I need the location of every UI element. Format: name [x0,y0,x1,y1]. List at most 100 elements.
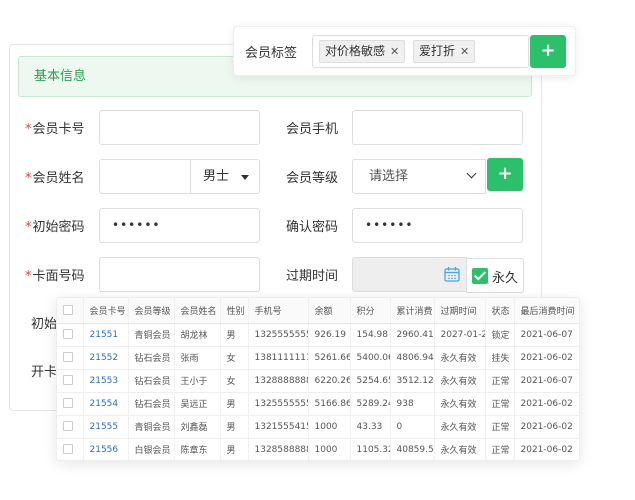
member-table-panel: 会员卡号 会员等级 会员姓名 性别 手机号 余额 积分 累计消费 过期时间 状态… [56,297,580,461]
table-cell: 胡龙林 [174,323,221,347]
table-cell: 1000 [308,415,351,439]
caret-down-icon [241,175,249,180]
table-cell: 1000 [308,438,351,460]
select-all-checkbox[interactable] [63,305,73,315]
table-cell: 6220.26 [308,369,351,393]
column-header[interactable]: 会员卡号 [83,298,129,324]
column-header[interactable]: 状态 [485,298,515,324]
table-cell: 挂失 [485,346,515,370]
tag-text: 爱打折 [419,44,456,58]
table-cell: 0 [390,415,435,439]
member-card-link[interactable]: 21554 [83,392,129,416]
table-cell: 2021-06-07 [514,369,579,393]
table-cell: 女 [220,369,249,393]
table-row[interactable]: 21552钻石会员张雨女138111111115261.665400.06480… [57,346,579,370]
column-header[interactable]: 性别 [220,298,249,324]
member-card-link[interactable]: 21555 [83,415,129,439]
table-cell: 男 [220,392,249,416]
table-cell: 40859.5 [390,438,435,460]
row-checkbox-cell[interactable] [57,323,84,347]
table-cell: 青铜会员 [128,323,175,347]
level-label: 会员等级 [286,171,339,186]
card-no-input[interactable] [99,110,260,145]
table-cell: 3512.12 [390,369,435,393]
table-row[interactable]: 21551青铜会员胡龙林男13255555552926.19154.982960… [57,323,579,347]
table-row[interactable]: 21553钻石会员王小于女132888888886220.265254.6535… [57,369,579,393]
card-no-label: *会员卡号 [25,122,85,137]
column-header[interactable]: 累计消费 [390,298,435,324]
column-header[interactable]: 过期时间 [434,298,486,324]
tags-label: 会员标签 [245,46,298,61]
table-cell: 13215554154 [248,415,309,439]
table-cell: 5261.66 [308,346,351,370]
member-form-stage: 基本信息 *会员卡号 会员手机 *会员姓名 男士 会员等级 请选择 + *初始密… [0,0,635,500]
member-card-link[interactable]: 21553 [83,369,129,393]
name-label: *会员姓名 [25,171,85,186]
confirm-password-input[interactable]: •••••• [352,208,523,243]
row-checkbox-cell[interactable] [57,415,84,439]
row-checkbox-cell[interactable] [57,369,84,393]
phone-input[interactable] [352,110,523,145]
column-header[interactable]: 积分 [350,298,391,324]
table-cell: 钻石会员 [128,369,175,393]
permanent-checkbox[interactable] [472,268,488,284]
table-cell: 正常 [485,369,515,393]
row-checkbox-cell[interactable] [57,346,84,370]
table-cell: 白银会员 [128,438,175,460]
column-header[interactable]: 最后消费时间 [514,298,579,324]
row-checkbox-cell[interactable] [57,438,84,460]
table-cell: 永久有效 [434,369,486,393]
table-cell: 男 [220,438,249,460]
init-password-input[interactable]: •••••• [99,208,260,243]
table-row[interactable]: 21555青铜会员刘鑫磊男13215554154100043.330永久有效正常… [57,415,579,439]
row-checkbox[interactable] [63,398,73,409]
tags-input[interactable]: 对价格敏感 ✕ 爱打折 ✕ [312,35,529,68]
tag-chip: 爱打折 ✕ [413,40,476,63]
permanent-toggle[interactable]: 永久 [466,258,524,293]
table-cell: 男 [220,415,249,439]
add-tag-button[interactable]: + [530,35,566,68]
row-checkbox-cell[interactable] [57,392,84,416]
column-header[interactable]: 余额 [308,298,351,324]
column-header[interactable]: 会员姓名 [174,298,221,324]
close-icon[interactable]: ✕ [460,45,469,58]
row-checkbox[interactable] [63,421,73,432]
select-all-checkbox-cell[interactable] [57,298,84,324]
close-icon[interactable]: ✕ [390,45,399,58]
table-cell: 2021-06-02 [514,392,579,416]
table-cell: 刘鑫磊 [174,415,221,439]
calendar-icon[interactable] [444,266,460,282]
table-row[interactable]: 21556白银会员陈章东男1328588888510001105.3240859… [57,438,579,460]
table-row[interactable]: 21554钻石会员吴远正男132555555555166.865289.2493… [57,392,579,416]
column-header[interactable]: 会员等级 [128,298,175,324]
column-header[interactable]: 手机号 [248,298,309,324]
name-input[interactable] [99,159,191,194]
table-cell: 4806.94 [390,346,435,370]
row-checkbox[interactable] [63,375,73,386]
init-partial-label: 初始 [31,317,58,332]
expire-time-label: 过期时间 [286,269,339,284]
member-card-link[interactable]: 21552 [83,346,129,370]
table-cell: 陈章东 [174,438,221,460]
table-cell: 5289.24 [350,392,391,416]
table-cell: 王小于 [174,369,221,393]
row-checkbox[interactable] [63,329,73,340]
face-no-input[interactable] [99,257,260,292]
row-checkbox[interactable] [63,444,73,455]
level-placeholder: 请选择 [369,169,409,184]
member-card-link[interactable]: 21556 [83,438,129,460]
tag-text: 对价格敏感 [325,44,386,58]
chevron-down-icon [466,168,477,179]
level-select[interactable]: 请选择 [352,159,486,194]
table-cell: 2960.41 [390,323,435,347]
expire-time-input[interactable] [352,257,467,292]
member-card-link[interactable]: 21551 [83,323,129,347]
required-mark: * [25,122,32,137]
add-level-button[interactable]: + [487,158,523,191]
row-checkbox[interactable] [63,352,73,363]
required-mark: * [25,269,32,284]
table-cell: 43.33 [350,415,391,439]
gender-dropdown[interactable]: 男士 [190,159,260,194]
init-password-label: *初始密码 [25,220,85,235]
table-cell: 钻石会员 [128,346,175,370]
